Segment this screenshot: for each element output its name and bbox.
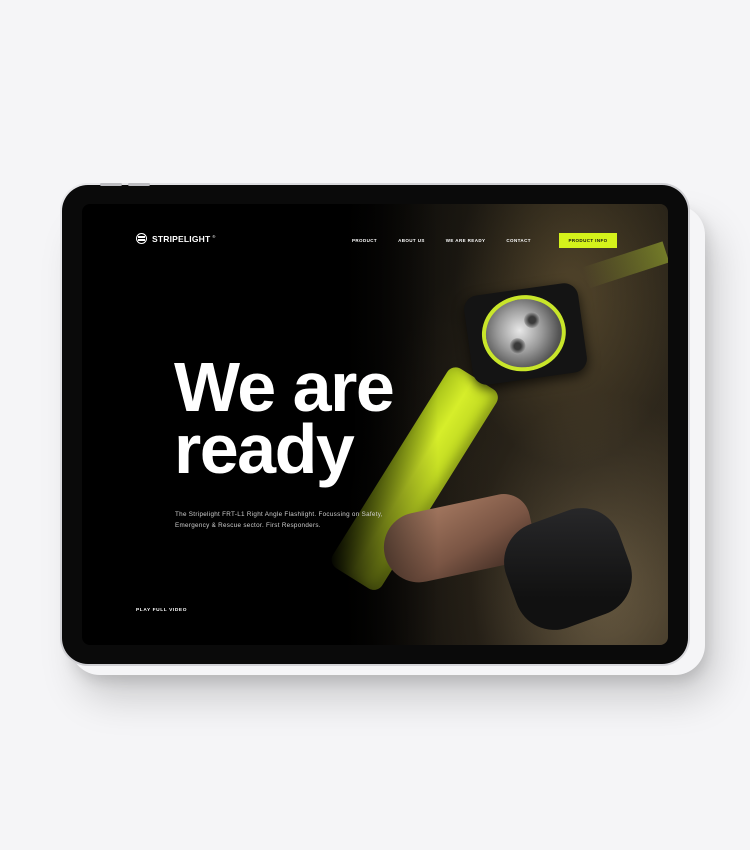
nav-links: PRODUCT ABOUT US WE ARE READY CONTACT bbox=[352, 238, 531, 243]
nav-item-we-are-ready[interactable]: WE ARE READY bbox=[446, 238, 486, 243]
tablet-frame: STRIPELIGHT ® PRODUCT ABOUT US WE ARE RE… bbox=[60, 183, 690, 666]
play-full-video-link[interactable]: PLAY FULL VIDEO bbox=[136, 608, 187, 613]
hero-description: The Stripelight FRT-L1 Right Angle Flash… bbox=[175, 511, 383, 529]
mockup-stage: STRIPELIGHT ® PRODUCT ABOUT US WE ARE RE… bbox=[0, 0, 750, 850]
website-screen: STRIPELIGHT ® PRODUCT ABOUT US WE ARE RE… bbox=[82, 204, 668, 645]
led-icon bbox=[508, 337, 527, 356]
led-icon bbox=[523, 310, 542, 329]
hero-headline: We are ready bbox=[174, 352, 395, 484]
registered-mark: ® bbox=[212, 233, 216, 239]
tablet-bezel: STRIPELIGHT ® PRODUCT ABOUT US WE ARE RE… bbox=[62, 183, 688, 664]
brand-logo[interactable]: STRIPELIGHT ® bbox=[136, 233, 215, 244]
nav-item-contact[interactable]: CONTACT bbox=[506, 238, 530, 243]
product-info-button[interactable]: PRODUCT INFO bbox=[559, 233, 617, 248]
brand-name: STRIPELIGHT bbox=[152, 233, 211, 244]
flashlight-head bbox=[462, 281, 589, 387]
logo-mark-icon bbox=[136, 233, 147, 244]
volume-button bbox=[100, 183, 122, 186]
flashlight-lens bbox=[476, 289, 571, 377]
top-navigation: STRIPELIGHT ® PRODUCT ABOUT US WE ARE RE… bbox=[82, 204, 668, 276]
nav-item-about-us[interactable]: ABOUT US bbox=[398, 238, 425, 243]
headline-line-2: ready bbox=[174, 410, 355, 488]
nav-item-product[interactable]: PRODUCT bbox=[352, 238, 377, 243]
volume-button bbox=[128, 183, 150, 186]
